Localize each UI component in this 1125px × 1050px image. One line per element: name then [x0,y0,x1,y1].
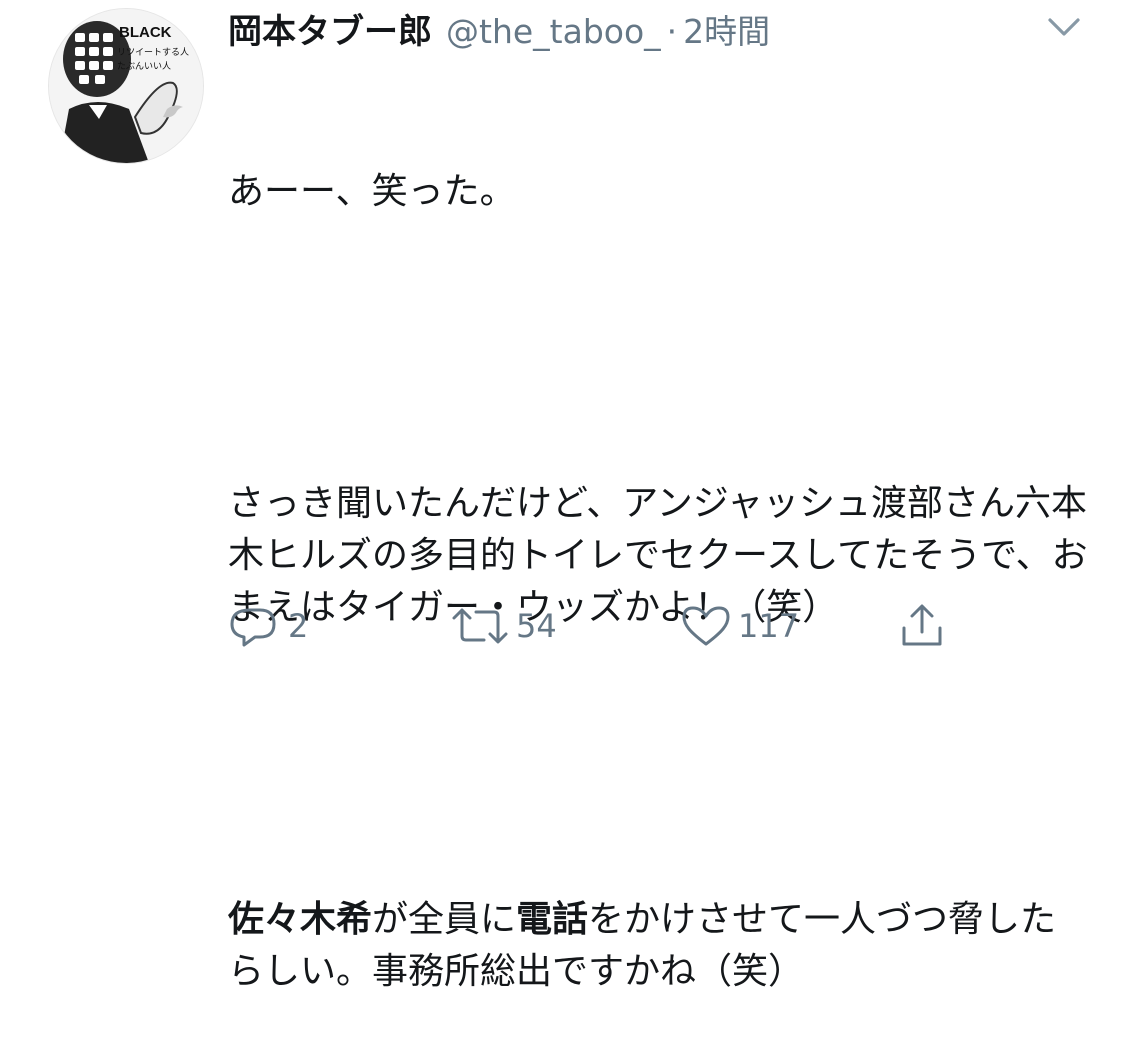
retweet-count: 54 [516,607,557,645]
tweet-paragraph-1: あーー、笑った。 [228,171,516,212]
tweet-actions: 2 54 117 [228,600,988,652]
retweet-button[interactable]: 54 [450,600,557,652]
reply-count: 2 [288,607,309,645]
avatar-caption-line1: リツイートする人 [117,47,189,58]
reply-button[interactable]: 2 [228,600,308,652]
like-button[interactable]: 117 [680,600,799,652]
bold-word: 電話 [516,899,589,940]
tweet-header: 岡本タブー郎 @the_taboo_ · 2時間 [228,4,770,53]
retweet-icon [450,604,510,648]
share-icon [898,602,946,650]
timestamp[interactable]: 2時間 [683,5,770,53]
tweet-text: あーー、笑った。 さっき聞いたんだけど、アンジャッシュ渡部さん六本木ヒルズの多目… [228,62,1088,1050]
avatar[interactable]: BLACK リツイートする人 たぶんいい人 [48,8,204,164]
chevron-down-icon[interactable] [1044,10,1084,44]
bold-name: 佐々木希 [228,899,373,940]
tweet-text-segment: が全員に [372,899,517,940]
heart-icon [680,604,732,648]
avatar-caption-line2: たぶんいい人 [117,61,171,72]
tweet-paragraph-3: 佐々木希が全員に電話をかけさせて一人づつ脅したらしい。事務所総出ですかね（笑） [228,894,1088,998]
user-handle[interactable]: @the_taboo_ [446,12,661,51]
reply-icon [228,604,282,648]
display-name[interactable]: 岡本タブー郎 [228,4,432,53]
avatar-badge-text: BLACK [119,24,172,41]
separator-dot: · [666,12,678,51]
share-button[interactable] [898,600,946,652]
like-count: 117 [738,607,800,645]
